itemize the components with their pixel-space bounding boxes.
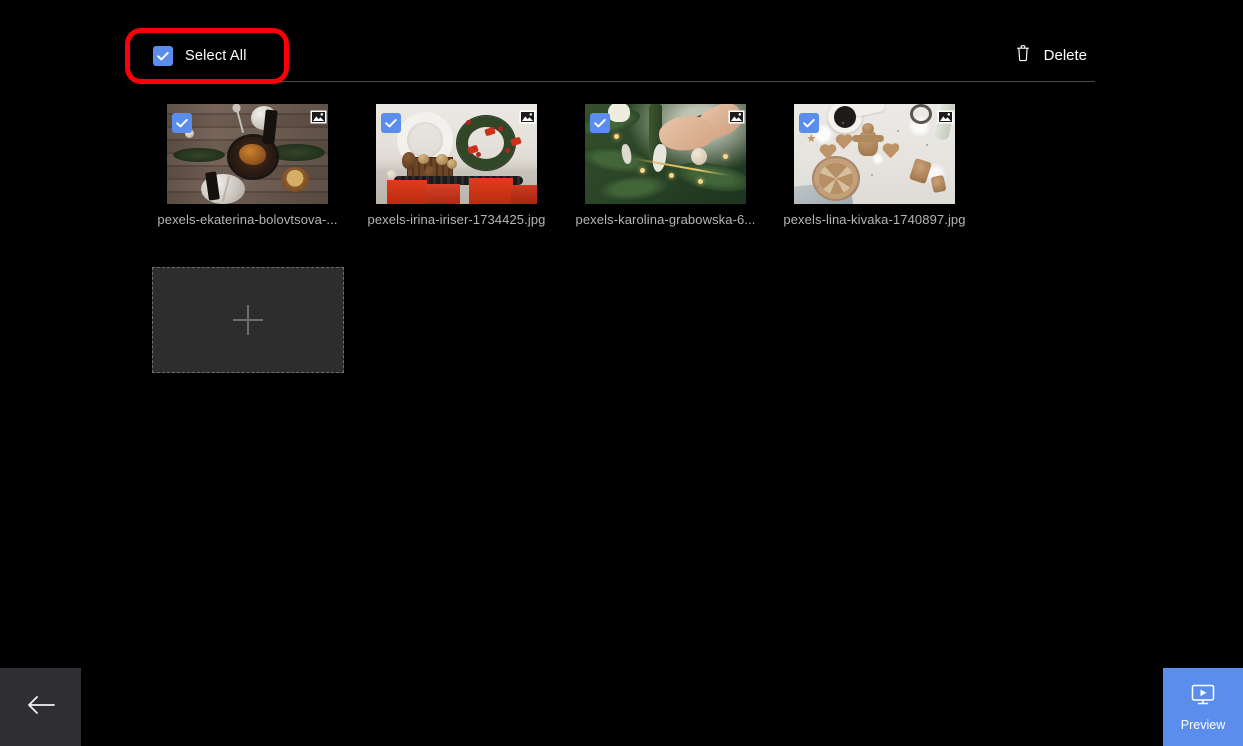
thumbnail-wrapper[interactable] (152, 100, 343, 208)
delete-button[interactable]: Delete (1007, 38, 1095, 73)
trash-icon (1015, 44, 1031, 67)
toolbar: Select All Delete (152, 30, 1095, 82)
media-item-filename: pexels-lina-kivaka-1740897.jpg (783, 212, 966, 227)
monitor-play-icon (1189, 683, 1217, 712)
select-all-label: Select All (185, 47, 247, 64)
add-media-button[interactable] (152, 267, 344, 373)
media-item[interactable]: pexels-irina-iriser-1734425.jpg (361, 100, 552, 232)
select-all-control[interactable]: Select All (149, 42, 251, 70)
media-item-checkbox[interactable] (799, 113, 819, 133)
thumbnail-image[interactable] (376, 104, 537, 204)
thumbnail-image[interactable] (794, 104, 955, 204)
back-button[interactable] (0, 668, 81, 746)
image-badge-icon (937, 110, 954, 124)
media-grid: pexels-ekaterina-bolovtsova-... pexels-i… (152, 100, 1112, 232)
media-item-checkbox[interactable] (381, 113, 401, 133)
preview-label: Preview (1180, 717, 1226, 732)
thumbnail-wrapper[interactable] (779, 100, 970, 208)
delete-label: Delete (1043, 47, 1087, 64)
media-item-checkbox[interactable] (590, 113, 610, 133)
media-item-checkbox[interactable] (172, 113, 192, 133)
plus-icon (233, 305, 263, 335)
media-item[interactable]: pexels-ekaterina-bolovtsova-... (152, 100, 343, 232)
select-all-checkbox[interactable] (153, 45, 173, 66)
media-item-filename: pexels-karolina-grabowska-6... (575, 212, 756, 227)
image-badge-icon (310, 110, 327, 124)
media-item[interactable]: pexels-karolina-grabowska-6... (570, 100, 761, 232)
media-item-filename: pexels-irina-iriser-1734425.jpg (367, 212, 546, 227)
thumbnail-image[interactable] (585, 104, 746, 204)
media-item[interactable]: pexels-lina-kivaka-1740897.jpg (779, 100, 970, 232)
media-picker-screen: Select All Delete pexels-ekaterina-bolov… (0, 0, 1243, 746)
media-item-filename: pexels-ekaterina-bolovtsova-... (157, 212, 338, 227)
add-media-row (152, 267, 344, 373)
thumbnail-image[interactable] (167, 104, 328, 204)
thumbnail-wrapper[interactable] (361, 100, 552, 208)
image-badge-icon (519, 110, 536, 124)
image-badge-icon (728, 110, 745, 124)
arrow-left-icon (26, 694, 56, 721)
preview-button[interactable]: Preview (1163, 668, 1243, 746)
thumbnail-wrapper[interactable] (570, 100, 761, 208)
